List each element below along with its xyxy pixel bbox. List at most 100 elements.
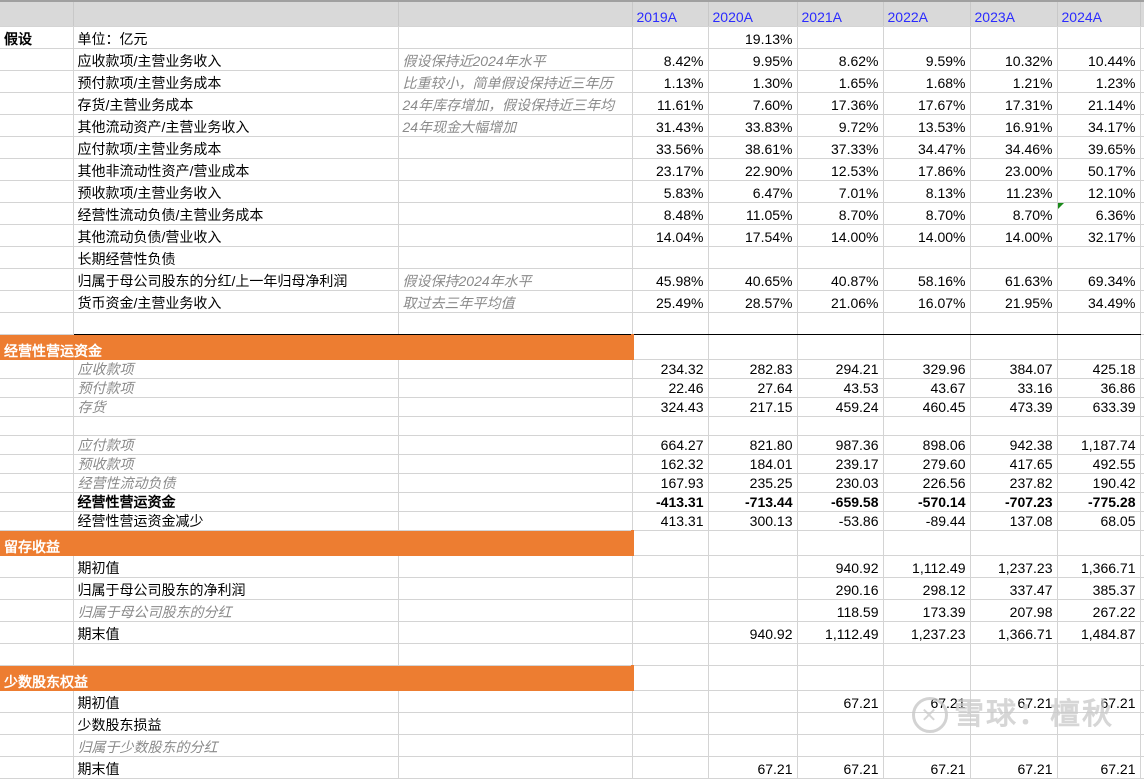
cell[interactable] xyxy=(73,0,399,27)
value-cell-2023A[interactable]: 137.08 xyxy=(970,511,1058,531)
cell[interactable] xyxy=(970,665,1058,691)
row-note[interactable] xyxy=(398,26,633,49)
row-label[interactable]: 应收款项 xyxy=(73,359,399,379)
row-group-label[interactable] xyxy=(0,378,74,398)
value-cell-2019A[interactable]: 324.43 xyxy=(632,397,709,417)
cell[interactable] xyxy=(1140,290,1144,313)
cell[interactable] xyxy=(1140,643,1144,666)
value-cell-2019A[interactable] xyxy=(632,555,709,578)
row-note[interactable] xyxy=(398,136,633,159)
value-cell-2023A[interactable]: 10.32% xyxy=(970,48,1058,71)
row-note[interactable] xyxy=(398,359,633,379)
row-label[interactable]: 经营性营运资金减少 xyxy=(73,511,399,531)
value-cell-2024A[interactable]: 50.17% xyxy=(1057,158,1141,181)
value-cell-2024A[interactable]: 10.44% xyxy=(1057,48,1141,71)
value-cell-2023A[interactable]: 61.63% xyxy=(970,268,1058,291)
value-cell-2024A[interactable]: 267.22 xyxy=(1057,599,1141,622)
row-group-label[interactable] xyxy=(0,690,74,713)
cell[interactable] xyxy=(1140,473,1144,493)
value-cell-2021A[interactable]: 1.65% xyxy=(797,70,884,93)
row-group-label[interactable] xyxy=(0,555,74,578)
row-label[interactable]: 归属于少数股东的分红 xyxy=(73,734,399,757)
row-group-label[interactable] xyxy=(0,202,74,225)
value-cell-2024A[interactable] xyxy=(1057,643,1141,666)
value-cell-2019A[interactable]: 45.98% xyxy=(632,268,709,291)
value-cell-2023A[interactable] xyxy=(970,416,1058,436)
value-cell-2019A[interactable] xyxy=(632,756,709,779)
row-note[interactable] xyxy=(398,756,633,779)
cell[interactable] xyxy=(1140,599,1144,622)
row-label[interactable]: 其他流动资产/主营业务收入 xyxy=(73,114,399,137)
cell[interactable] xyxy=(1140,202,1144,225)
value-cell-2022A[interactable]: 1.68% xyxy=(883,70,971,93)
value-cell-2020A[interactable]: 27.64 xyxy=(708,378,798,398)
value-cell-2021A[interactable]: -53.86 xyxy=(797,511,884,531)
cell[interactable] xyxy=(970,334,1058,360)
value-cell-2023A[interactable]: 207.98 xyxy=(970,599,1058,622)
section-title[interactable]: 留存收益 xyxy=(0,530,632,556)
cell[interactable] xyxy=(1140,158,1144,181)
value-cell-2024A[interactable]: 492.55 xyxy=(1057,454,1141,474)
cell[interactable] xyxy=(708,665,798,691)
cell[interactable] xyxy=(0,0,74,27)
value-cell-2022A[interactable] xyxy=(883,246,971,269)
value-cell-2019A[interactable]: 8.42% xyxy=(632,48,709,71)
value-cell-2024A[interactable]: 6.36% xyxy=(1057,202,1141,225)
row-group-label[interactable] xyxy=(0,397,74,417)
value-cell-2022A[interactable]: 329.96 xyxy=(883,359,971,379)
value-cell-2022A[interactable]: 16.07% xyxy=(883,290,971,313)
cell[interactable] xyxy=(883,665,971,691)
value-cell-2023A[interactable]: 33.16 xyxy=(970,378,1058,398)
year-header-2024A[interactable]: 2024A xyxy=(1057,0,1141,27)
cell[interactable] xyxy=(1140,756,1144,779)
value-cell-2022A[interactable]: 58.16% xyxy=(883,268,971,291)
row-note[interactable] xyxy=(398,577,633,600)
cell[interactable] xyxy=(797,665,884,691)
row-note[interactable] xyxy=(398,202,633,225)
value-cell-2023A[interactable] xyxy=(970,246,1058,269)
value-cell-2024A[interactable]: 1,484.87 xyxy=(1057,621,1141,644)
cell[interactable] xyxy=(1140,416,1144,436)
cell[interactable] xyxy=(1140,312,1144,335)
value-cell-2021A[interactable]: 9.72% xyxy=(797,114,884,137)
row-label[interactable]: 期初值 xyxy=(73,555,399,578)
cell[interactable] xyxy=(1140,180,1144,203)
value-cell-2023A[interactable] xyxy=(970,312,1058,335)
value-cell-2021A[interactable]: -659.58 xyxy=(797,492,884,512)
value-cell-2021A[interactable]: 14.00% xyxy=(797,224,884,247)
value-cell-2024A[interactable]: 633.39 xyxy=(1057,397,1141,417)
value-cell-2021A[interactable]: 8.62% xyxy=(797,48,884,71)
value-cell-2019A[interactable]: 1.13% xyxy=(632,70,709,93)
row-label[interactable] xyxy=(73,312,399,335)
value-cell-2019A[interactable] xyxy=(632,246,709,269)
row-group-label[interactable] xyxy=(0,435,74,455)
value-cell-2021A[interactable]: 940.92 xyxy=(797,555,884,578)
row-group-label[interactable] xyxy=(0,756,74,779)
value-cell-2024A[interactable]: -775.28 xyxy=(1057,492,1141,512)
value-cell-2021A[interactable]: 118.59 xyxy=(797,599,884,622)
value-cell-2023A[interactable]: 23.00% xyxy=(970,158,1058,181)
row-label[interactable]: 长期经营性负债 xyxy=(73,246,399,269)
cell[interactable] xyxy=(1140,577,1144,600)
cell[interactable] xyxy=(1140,268,1144,291)
value-cell-2020A[interactable]: 235.25 xyxy=(708,473,798,493)
value-cell-2024A[interactable] xyxy=(1057,26,1141,49)
value-cell-2024A[interactable]: 21.14% xyxy=(1057,92,1141,115)
value-cell-2019A[interactable] xyxy=(632,621,709,644)
row-label[interactable]: 存货 xyxy=(73,397,399,417)
value-cell-2023A[interactable]: 473.39 xyxy=(970,397,1058,417)
cell[interactable] xyxy=(630,334,709,360)
value-cell-2023A[interactable]: 11.23% xyxy=(970,180,1058,203)
row-group-label[interactable] xyxy=(0,114,74,137)
cell[interactable] xyxy=(1140,712,1144,735)
row-label[interactable]: 其他流动负债/营业收入 xyxy=(73,224,399,247)
row-label[interactable]: 归属于母公司股东的净利润 xyxy=(73,577,399,600)
row-note[interactable] xyxy=(398,180,633,203)
value-cell-2020A[interactable] xyxy=(708,734,798,757)
value-cell-2020A[interactable]: 9.95% xyxy=(708,48,798,71)
row-label[interactable]: 预收款项/主营业务收入 xyxy=(73,180,399,203)
row-label[interactable]: 货币资金/主营业务收入 xyxy=(73,290,399,313)
row-note[interactable]: 比重较小，简单假设保持近三年历 xyxy=(398,70,633,93)
value-cell-2020A[interactable]: 282.83 xyxy=(708,359,798,379)
value-cell-2021A[interactable]: 230.03 xyxy=(797,473,884,493)
